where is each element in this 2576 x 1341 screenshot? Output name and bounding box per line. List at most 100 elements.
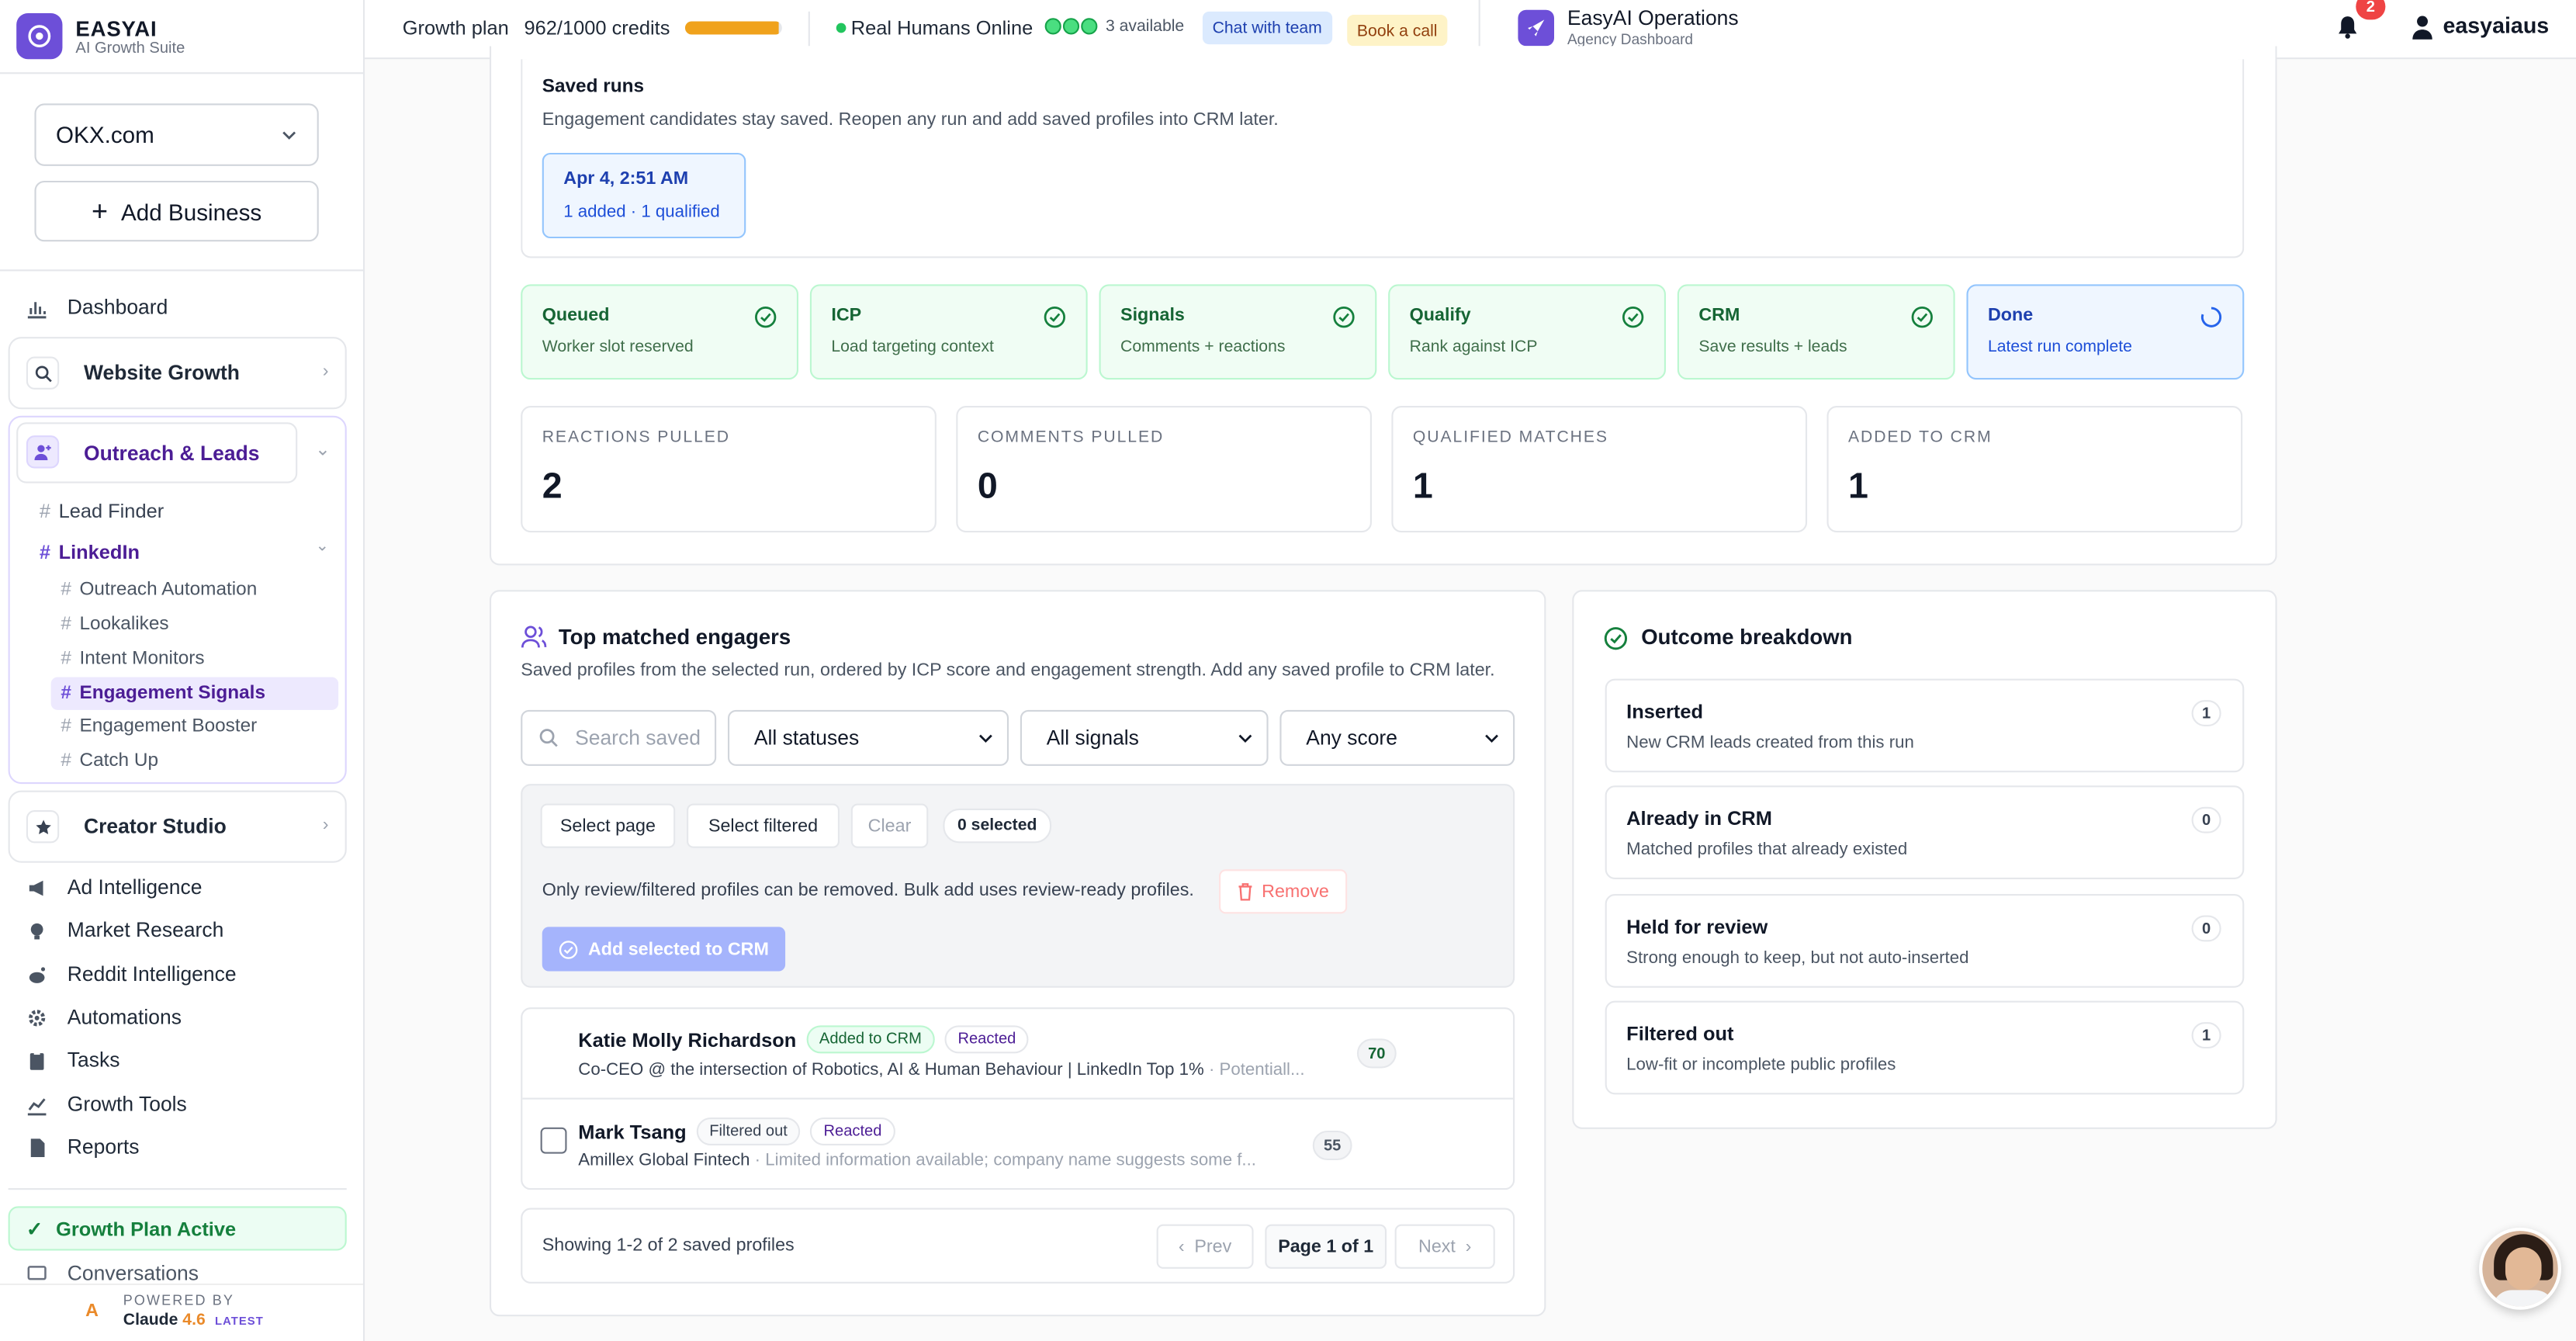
outcome-item-description: Strong enough to keep, but not auto-inse… — [1626, 948, 1969, 968]
nav-dashboard[interactable]: Dashboard — [26, 296, 168, 319]
profile-headline: Co-CEO @ the intersection of Robotics, A… — [578, 1060, 1342, 1079]
growth-plan-active-label: Growth Plan Active — [56, 1217, 237, 1240]
available-count: 3 available — [1105, 18, 1185, 36]
remove-label: Remove — [1262, 882, 1329, 902]
clear-button[interactable]: Clear — [850, 803, 929, 848]
check-circle-icon — [755, 307, 777, 328]
select-filtered-button[interactable]: Select filtered — [687, 803, 840, 848]
nav-sub-item[interactable]: # Engagement Booster — [61, 716, 257, 736]
nav-linkedin[interactable]: # LinkedIn — [40, 541, 140, 564]
nav-ad-intelligence[interactable]: Ad Intelligence — [26, 876, 202, 899]
table-row[interactable]: Mark Tsang Filtered out Reacted Amillex … — [522, 1100, 1513, 1190]
powered-by-footer: A POWERED BY Claude 4.6 LATEST — [0, 1283, 363, 1341]
profile-name[interactable]: Mark Tsang — [578, 1120, 686, 1143]
prev-label: Prev — [1194, 1236, 1232, 1256]
select-page-button[interactable]: Select page — [540, 803, 676, 848]
prev-page-button[interactable]: ‹ Prev — [1156, 1224, 1254, 1269]
user-icon[interactable] — [2412, 15, 2433, 40]
nav-sub-item[interactable]: # Intent Monitors — [61, 649, 204, 668]
chevron-down-icon — [979, 734, 992, 743]
org-name[interactable]: EasyAI Operations — [1567, 6, 1739, 29]
profile-name[interactable]: Katie Molly Richardson — [578, 1028, 796, 1052]
chevron-down-icon[interactable]: ⌄ — [316, 537, 330, 555]
growth-plan-active-badge[interactable]: ✓ Growth Plan Active — [8, 1206, 347, 1251]
status-filter-value: All statuses — [753, 726, 860, 750]
user-plus-icon — [26, 435, 60, 469]
nav-automations[interactable]: Automations — [26, 1006, 182, 1029]
model-version: 4.6 — [182, 1311, 206, 1330]
nav-growth-tools[interactable]: Growth Tools — [26, 1093, 187, 1116]
brand-subtitle: AI Growth Suite — [75, 39, 185, 58]
nav-market-research[interactable]: Market Research — [26, 919, 223, 941]
outcome-item-title: Filtered out — [1626, 1022, 1734, 1045]
pipeline-step: CRM Save results + leads — [1677, 284, 1955, 380]
nav-conversations[interactable]: Conversations — [26, 1262, 199, 1285]
bulk-note: Only review/filtered profiles can be rem… — [542, 881, 1194, 901]
support-chat-avatar[interactable] — [2479, 1227, 2561, 1310]
book-a-call-button[interactable]: Book a call — [1347, 15, 1448, 47]
profile-header: Katie Molly Richardson Added to CRM Reac… — [578, 1025, 1030, 1054]
nav-sub-item-active[interactable]: # Engagement Signals — [50, 677, 339, 710]
remove-button[interactable]: Remove — [1219, 869, 1348, 914]
nav-creator-studio-label: Creator Studio — [83, 815, 227, 838]
brand-logo-icon[interactable] — [16, 12, 63, 60]
profile-headline-extra: · Limited information available; company… — [750, 1150, 1256, 1170]
trend-chart-icon — [27, 1097, 47, 1115]
rocket-icon[interactable] — [1518, 9, 1555, 47]
credits-value: 962/1000 credits — [524, 16, 670, 40]
nav-sub-item-label: Catch Up — [79, 750, 158, 771]
bell-icon[interactable] — [2336, 15, 2360, 40]
step-description: Worker slot reserved — [542, 338, 694, 357]
pipeline-step: Qualify Rank against ICP — [1388, 284, 1666, 380]
chevron-down-icon — [1485, 734, 1498, 743]
signal-filter-select[interactable]: All signals — [1020, 709, 1269, 766]
status-filter-select[interactable]: All statuses — [727, 709, 1009, 766]
nav-label: Reddit Intelligence — [67, 962, 237, 986]
nav-lead-finder[interactable]: # Lead Finder — [40, 500, 164, 523]
next-page-button[interactable]: Next › — [1394, 1224, 1495, 1269]
powered-model: Claude 4.6 LATEST — [123, 1312, 264, 1329]
search-icon — [539, 729, 558, 747]
score-filter-select[interactable]: Any score — [1279, 709, 1515, 766]
nav-reddit-intelligence[interactable]: Reddit Intelligence — [26, 963, 237, 986]
business-select[interactable]: OKX.com — [34, 103, 319, 166]
step-description: Load targeting context — [831, 338, 994, 357]
search-placeholder: Search saved — [575, 726, 701, 750]
credits-progress-fill — [684, 21, 779, 35]
row-checkbox[interactable] — [540, 1127, 567, 1154]
gear-icon — [29, 1009, 46, 1026]
sidebar: EASYAI AI Growth Suite OKX.com + Add Bus… — [0, 0, 365, 1341]
add-business-button[interactable]: + Add Business — [34, 180, 319, 242]
outcome-item-description: Matched profiles that already existed — [1626, 840, 1908, 860]
profile-headline-text: Co-CEO @ the intersection of Robotics, A… — [578, 1059, 1204, 1080]
spinner-icon — [2200, 307, 2222, 327]
pipeline-step: Queued Worker slot reserved — [521, 284, 799, 380]
search-saved-input[interactable]: Search saved — [521, 709, 717, 766]
nav-reports[interactable]: Reports — [26, 1135, 140, 1159]
nav-label: Tasks — [67, 1048, 120, 1072]
profile-headline-text: Amillex Global Fintech — [578, 1150, 750, 1170]
star-icon — [26, 809, 60, 844]
online-dot-icon — [836, 23, 847, 33]
chevron-down-icon — [282, 131, 296, 140]
signal-badge: Reacted — [810, 1117, 895, 1145]
page-indicator: Page 1 of 1 — [1265, 1224, 1387, 1269]
nav-sub-item[interactable]: # Outreach Automation — [61, 580, 257, 600]
metric-value: 2 — [542, 465, 563, 507]
nav-tasks[interactable]: Tasks — [26, 1048, 120, 1072]
table-row[interactable]: Katie Molly Richardson Added to CRM Reac… — [522, 1009, 1514, 1100]
trash-icon — [1238, 883, 1252, 901]
metric-label: ADDED TO CRM — [1848, 428, 1993, 447]
saved-run-item[interactable]: Apr 4, 2:51 AM 1 added · 1 qualified — [542, 152, 746, 239]
nav-group-creator-studio[interactable]: Creator Studio › — [8, 790, 347, 863]
next-label: Next — [1418, 1236, 1456, 1256]
username[interactable]: easyaiaus — [2443, 13, 2549, 38]
add-selected-to-crm-button[interactable]: Add selected to CRM — [542, 927, 786, 972]
chevron-down-icon[interactable]: ⌄ — [315, 438, 331, 460]
selected-count-badge: 0 selected — [943, 808, 1052, 844]
nav-group-website-growth[interactable]: Website Growth › — [8, 337, 347, 410]
nav-sub-item[interactable]: # Lookalikes — [61, 615, 168, 634]
metric-value: 1 — [1412, 465, 1433, 507]
nav-sub-item[interactable]: # Catch Up — [61, 751, 158, 771]
chat-with-team-button[interactable]: Chat with team — [1202, 11, 1332, 45]
